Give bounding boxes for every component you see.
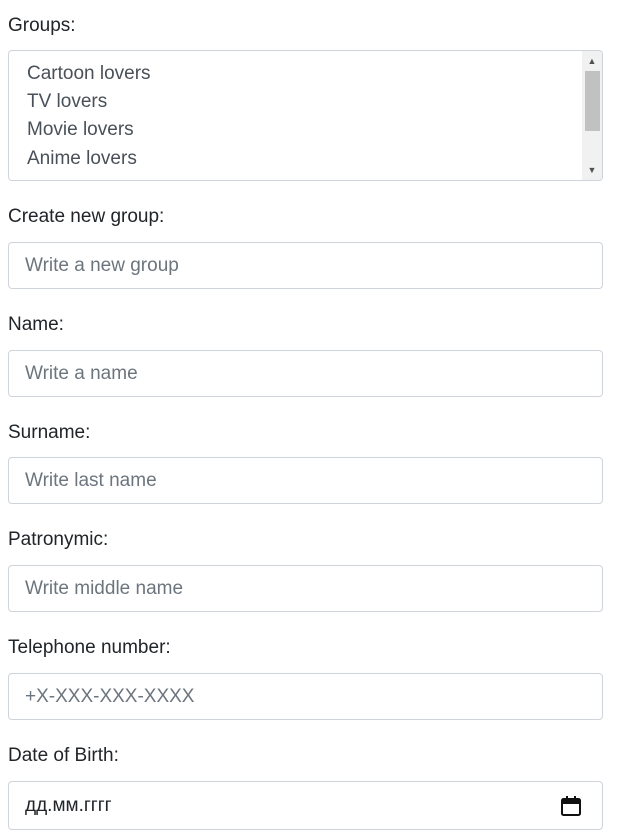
- scroll-down-arrow-icon[interactable]: ▼: [582, 162, 602, 178]
- birth-date-value: дд.мм.гггг: [25, 795, 112, 816]
- scrollbar-thumb[interactable]: [585, 71, 600, 131]
- contact-form: Groups: Cartoon lovers TV lovers Movie l…: [8, 0, 603, 830]
- group-option-anime[interactable]: Anime lovers: [27, 148, 137, 170]
- birth-label: Date of Birth:: [8, 745, 119, 766]
- calendar-icon[interactable]: [560, 795, 582, 817]
- new-group-input[interactable]: [8, 242, 603, 289]
- patronymic-label: Patronymic:: [8, 529, 109, 550]
- name-label: Name:: [8, 314, 64, 335]
- groups-scrollbar[interactable]: ▲ ▼: [582, 51, 602, 180]
- surname-label: Surname:: [8, 422, 91, 443]
- group-option-cartoon[interactable]: Cartoon lovers: [27, 63, 151, 85]
- groups-listbox[interactable]: Cartoon lovers TV lovers Movie lovers An…: [8, 50, 603, 181]
- scroll-up-arrow-icon[interactable]: ▲: [582, 53, 602, 69]
- birth-date-input[interactable]: дд.мм.гггг: [8, 781, 603, 830]
- name-input[interactable]: [8, 350, 603, 397]
- patronymic-input[interactable]: [8, 565, 603, 612]
- surname-input[interactable]: [8, 457, 603, 504]
- telephone-input[interactable]: [8, 673, 603, 720]
- groups-label: Groups:: [8, 15, 76, 36]
- group-option-tv[interactable]: TV lovers: [27, 91, 107, 113]
- group-option-movie[interactable]: Movie lovers: [27, 119, 134, 141]
- new-group-label: Create new group:: [8, 206, 165, 227]
- telephone-label: Telephone number:: [8, 637, 171, 658]
